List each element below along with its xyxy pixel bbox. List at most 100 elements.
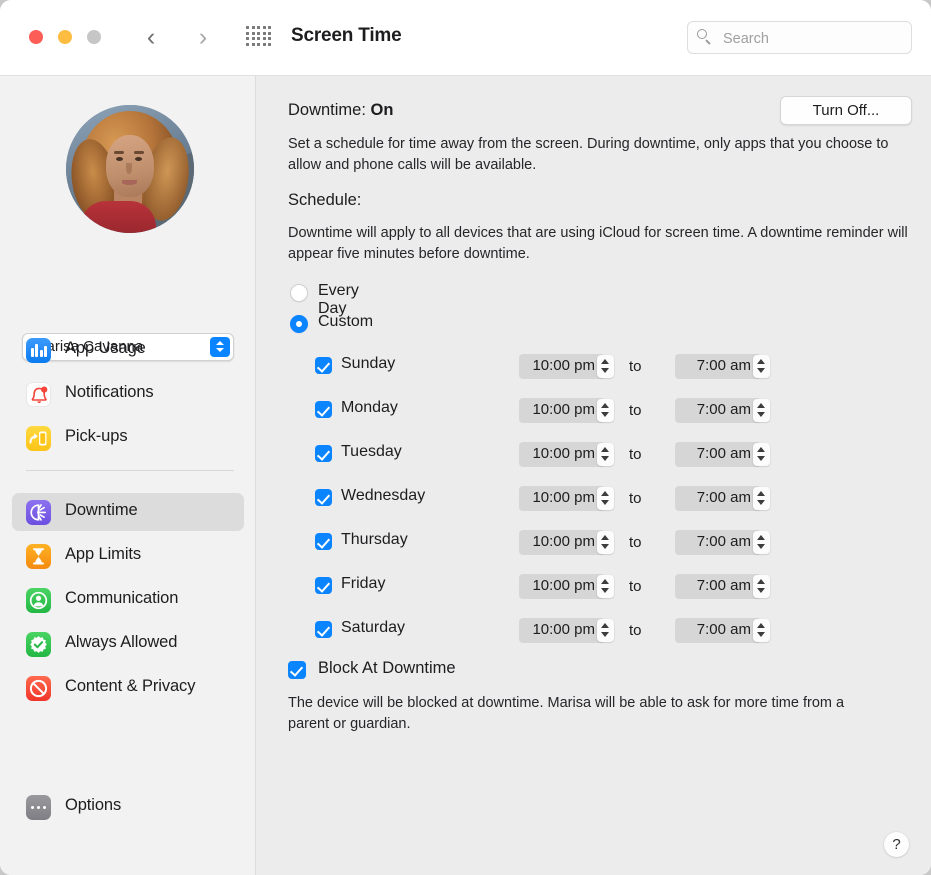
- sidebar-item-content-privacy[interactable]: Content & Privacy: [12, 669, 244, 707]
- to-separator-label: to: [629, 622, 642, 639]
- time-value: 10:00 pm: [519, 489, 595, 506]
- help-button[interactable]: ?: [884, 832, 909, 857]
- day-label: Wednesday: [341, 487, 425, 505]
- start-time-field[interactable]: 10:00 pm: [519, 530, 605, 555]
- time-value: 7:00 am: [675, 489, 751, 506]
- time-stepper[interactable]: [753, 531, 770, 554]
- search-icon: [697, 29, 714, 46]
- time-value: 7:00 am: [675, 445, 751, 462]
- show-all-grid-icon[interactable]: [246, 26, 272, 49]
- sidebar-item-app-usage[interactable]: App Usage: [12, 331, 244, 369]
- window-toolbar: ‹ › Screen Time: [0, 0, 931, 76]
- to-separator-label: to: [629, 446, 642, 463]
- end-time-field[interactable]: 7:00 am: [675, 574, 761, 599]
- screen-time-window: ‹ › Screen Time Marisa Cavanna: [0, 0, 931, 875]
- time-stepper[interactable]: [597, 575, 614, 598]
- start-time-field[interactable]: 10:00 pm: [519, 618, 605, 643]
- time-stepper[interactable]: [753, 487, 770, 510]
- sidebar: Marisa Cavanna App UsageNotificationsPic…: [0, 76, 256, 875]
- zoom-button: [87, 30, 101, 44]
- sidebar-item-options[interactable]: Options: [12, 788, 244, 826]
- pickups-icon: [26, 426, 51, 451]
- app-limits-icon: [26, 544, 51, 569]
- sidebar-item-pick-ups[interactable]: Pick-ups: [12, 419, 244, 457]
- radio-button[interactable]: [290, 284, 308, 302]
- time-stepper[interactable]: [753, 443, 770, 466]
- notifications-icon: [26, 382, 51, 407]
- time-value: 7:00 am: [675, 621, 751, 638]
- forward-chevron-icon[interactable]: ›: [190, 22, 216, 54]
- end-time-field[interactable]: 7:00 am: [675, 530, 761, 555]
- app-usage-icon: [26, 338, 51, 363]
- day-label: Monday: [341, 399, 398, 417]
- time-stepper[interactable]: [597, 355, 614, 378]
- start-time-field[interactable]: 10:00 pm: [519, 442, 605, 467]
- day-checkbox[interactable]: [315, 533, 332, 550]
- time-value: 7:00 am: [675, 533, 751, 550]
- downtime-description: Set a schedule for time away from the sc…: [288, 134, 913, 176]
- day-checkbox[interactable]: [315, 445, 332, 462]
- sidebar-item-communication[interactable]: Communication: [12, 581, 244, 619]
- time-value: 7:00 am: [675, 577, 751, 594]
- day-checkbox[interactable]: [315, 577, 332, 594]
- time-value: 10:00 pm: [519, 357, 595, 374]
- day-checkbox[interactable]: [315, 401, 332, 418]
- end-time-field[interactable]: 7:00 am: [675, 442, 761, 467]
- sidebar-divider: [26, 470, 234, 471]
- end-time-field[interactable]: 7:00 am: [675, 354, 761, 379]
- back-chevron-icon[interactable]: ‹: [138, 22, 164, 54]
- start-time-field[interactable]: 10:00 pm: [519, 398, 605, 423]
- page-title: Screen Time: [291, 25, 401, 47]
- time-value: 10:00 pm: [519, 401, 595, 418]
- time-stepper[interactable]: [753, 399, 770, 422]
- search-input[interactable]: [721, 22, 905, 55]
- sidebar-item-label: Content & Privacy: [65, 677, 195, 696]
- time-value: 7:00 am: [675, 357, 751, 374]
- time-stepper[interactable]: [597, 619, 614, 642]
- sidebar-item-downtime[interactable]: Downtime: [12, 493, 244, 531]
- end-time-field[interactable]: 7:00 am: [675, 486, 761, 511]
- block-at-downtime-checkbox[interactable]: [288, 661, 306, 679]
- day-checkbox[interactable]: [315, 357, 332, 374]
- communication-icon: [26, 588, 51, 613]
- start-time-field[interactable]: 10:00 pm: [519, 354, 605, 379]
- close-button[interactable]: [29, 30, 43, 44]
- sidebar-item-label: Always Allowed: [65, 633, 177, 652]
- time-stepper[interactable]: [597, 487, 614, 510]
- day-label: Friday: [341, 575, 385, 593]
- avatar[interactable]: [66, 105, 194, 233]
- time-value: 10:00 pm: [519, 445, 595, 462]
- search-field[interactable]: [687, 21, 912, 54]
- sidebar-item-always-allowed[interactable]: Always Allowed: [12, 625, 244, 663]
- radio-label: Custom: [318, 313, 373, 331]
- time-stepper[interactable]: [597, 531, 614, 554]
- sidebar-item-app-limits[interactable]: App Limits: [12, 537, 244, 575]
- minimize-button[interactable]: [58, 30, 72, 44]
- turn-off-button[interactable]: Turn Off...: [780, 96, 912, 125]
- downtime-status: Downtime: On: [288, 101, 393, 120]
- time-stepper[interactable]: [753, 355, 770, 378]
- block-at-downtime-label: Block At Downtime: [318, 659, 456, 678]
- day-checkbox[interactable]: [315, 489, 332, 506]
- time-stepper[interactable]: [597, 399, 614, 422]
- end-time-field[interactable]: 7:00 am: [675, 618, 761, 643]
- time-stepper[interactable]: [753, 575, 770, 598]
- day-label: Thursday: [341, 531, 408, 549]
- radio-button[interactable]: [290, 315, 308, 333]
- sidebar-item-label: Pick-ups: [65, 427, 127, 446]
- sidebar-item-label: App Usage: [65, 339, 146, 358]
- time-value: 7:00 am: [675, 401, 751, 418]
- content-privacy-icon: [26, 676, 51, 701]
- start-time-field[interactable]: 10:00 pm: [519, 574, 605, 599]
- day-checkbox[interactable]: [315, 621, 332, 638]
- sidebar-item-label: Communication: [65, 589, 178, 608]
- time-stepper[interactable]: [753, 619, 770, 642]
- start-time-field[interactable]: 10:00 pm: [519, 486, 605, 511]
- time-stepper[interactable]: [597, 443, 614, 466]
- to-separator-label: to: [629, 578, 642, 595]
- sidebar-item-label: Options: [65, 796, 121, 815]
- end-time-field[interactable]: 7:00 am: [675, 398, 761, 423]
- time-value: 10:00 pm: [519, 577, 595, 594]
- to-separator-label: to: [629, 490, 642, 507]
- sidebar-item-notifications[interactable]: Notifications: [12, 375, 244, 413]
